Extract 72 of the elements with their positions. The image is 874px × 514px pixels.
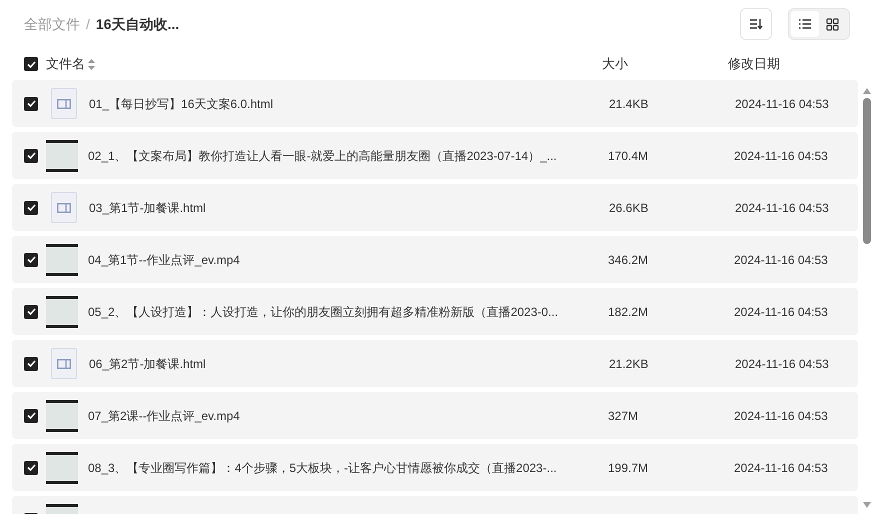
file-size: 182.2M bbox=[608, 304, 650, 320]
check-icon bbox=[26, 464, 36, 471]
file-row[interactable]: 03_第1节-加餐课.html 26.6KB 2024-11-16 04:53 bbox=[12, 184, 858, 231]
scrollbar-thumb[interactable] bbox=[863, 98, 871, 244]
modified-date: 2024-11-16 04:53 bbox=[734, 148, 828, 164]
list-icon bbox=[798, 18, 812, 30]
file-row[interactable]: 06_第2节-加餐课.html 21.2KB 2024-11-16 04:53 bbox=[12, 340, 858, 387]
date-column-header: 修改日期 bbox=[728, 55, 780, 74]
file-size: 26.6KB bbox=[609, 200, 650, 216]
checkbox[interactable] bbox=[24, 460, 38, 474]
checkbox[interactable] bbox=[24, 356, 38, 370]
video-thumbnail bbox=[46, 296, 78, 328]
check-icon bbox=[26, 412, 36, 419]
sort-button[interactable] bbox=[740, 8, 772, 40]
current-folder[interactable]: 16天自动收... bbox=[96, 14, 180, 34]
grid-icon bbox=[826, 18, 840, 30]
checkbox[interactable] bbox=[24, 200, 38, 214]
file-name[interactable]: 08_3、【专业圈写作篇】：4个步骤，5大板块，-让客户心甘情愿被你成交（直播2023-... bbox=[88, 458, 608, 476]
checkbox[interactable] bbox=[24, 304, 38, 318]
modified-date: 2024-11-16 04:53 bbox=[735, 96, 829, 112]
scroll-up-icon[interactable] bbox=[863, 88, 871, 94]
file-name[interactable]: 03_第1节-加餐课.html bbox=[89, 198, 609, 216]
video-thumbnail bbox=[46, 452, 78, 484]
modified-date: 2024-11-16 04:53 bbox=[735, 200, 829, 216]
modified-date: 2024-11-16 04:53 bbox=[734, 460, 828, 476]
html-file-icon bbox=[51, 348, 77, 379]
check-icon bbox=[26, 204, 36, 211]
file-size: 170.4M bbox=[608, 148, 650, 164]
scroll-down-icon[interactable] bbox=[863, 502, 871, 508]
modified-date: 2024-11-16 04:53 bbox=[734, 304, 828, 320]
check-icon bbox=[26, 256, 36, 263]
check-icon bbox=[26, 100, 36, 107]
file-size: 346.2M bbox=[608, 252, 650, 268]
sort-icon bbox=[749, 18, 763, 30]
html-file-icon bbox=[51, 88, 77, 119]
checkbox[interactable] bbox=[24, 408, 38, 422]
file-row[interactable]: 07_第2课--作业点评_ev.mp4 327M 2024-11-16 04:53 bbox=[12, 392, 858, 439]
file-size: 21.4KB bbox=[609, 96, 650, 112]
check-icon bbox=[26, 60, 36, 68]
video-thumbnail bbox=[46, 400, 78, 432]
file-row[interactable]: 02_1、【文案布局】教你打造让人看一眼-就爱上的高能量朋友圈（直播2023-07-14）_... 170.4M 2024-11-16 04:53 bbox=[12, 132, 858, 179]
modified-date: 2024-11-16 04:53 bbox=[734, 408, 828, 424]
html-file-icon bbox=[51, 192, 77, 223]
breadcrumb-separator: / bbox=[86, 14, 90, 34]
file-row[interactable]: 05_2、【人设打造】：人设打造，让你的朋友圈立刻拥有超多精准粉新版（直播2023-0... 182.2M 2024-11-16 04:53 bbox=[12, 288, 858, 335]
video-thumbnail bbox=[46, 140, 78, 172]
list-view-button[interactable] bbox=[791, 11, 819, 37]
file-name[interactable]: 01_【每日抄写】16天文案6.0.html bbox=[89, 94, 609, 112]
file-name[interactable]: 04_第1节--作业点评_ev.mp4 bbox=[88, 250, 608, 268]
file-size: 327M bbox=[608, 408, 640, 424]
select-all-checkbox[interactable] bbox=[24, 57, 38, 71]
sort-arrows-icon[interactable] bbox=[88, 58, 95, 70]
check-icon bbox=[26, 360, 36, 367]
checkbox[interactable] bbox=[24, 148, 38, 162]
file-row[interactable]: 08_3、【专业圈写作篇】：4个步骤，5大板块，-让客户心甘情愿被你成交（直播2023-... 199.7M 2024-11-16 04:53 bbox=[12, 444, 858, 491]
file-row[interactable]: 01_【每日抄写】16天文案6.0.html 21.4KB 2024-11-16 04:53 bbox=[12, 80, 858, 127]
file-size: 21.2KB bbox=[609, 356, 650, 372]
file-name[interactable]: 02_1、【文案布局】教你打造让人看一眼-就爱上的高能量朋友圈（直播2023-07-14）_... bbox=[88, 146, 608, 164]
file-name[interactable]: 05_2、【人设打造】：人设打造，让你的朋友圈立刻拥有超多精准粉新版（直播2023-0... bbox=[88, 302, 608, 320]
size-column-header: 大小 bbox=[602, 55, 629, 74]
checkbox[interactable] bbox=[24, 252, 38, 266]
modified-date: 2024-11-16 04:53 bbox=[734, 252, 828, 268]
check-icon bbox=[26, 152, 36, 159]
file-name[interactable]: 06_第2节-加餐课.html bbox=[89, 354, 609, 372]
checkbox[interactable] bbox=[24, 96, 38, 110]
file-size: 199.7M bbox=[608, 460, 650, 476]
modified-date: 2024-11-16 04:53 bbox=[735, 356, 829, 372]
file-name[interactable]: 07_第2课--作业点评_ev.mp4 bbox=[88, 406, 608, 424]
check-icon bbox=[26, 308, 36, 315]
video-thumbnail bbox=[46, 244, 78, 276]
name-column-header[interactable]: 文件名 bbox=[46, 54, 85, 74]
file-row[interactable]: 04_第1节--作业点评_ev.mp4 346.2M 2024-11-16 04:53 bbox=[12, 236, 858, 283]
